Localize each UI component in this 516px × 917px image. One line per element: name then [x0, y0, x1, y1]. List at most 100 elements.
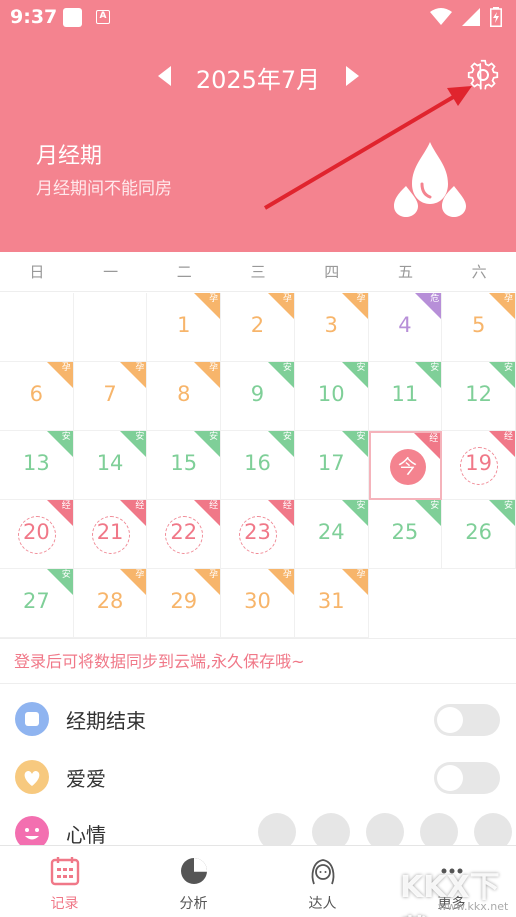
calendar-day[interactable]: 安 17: [294, 431, 369, 500]
login-sync-notice[interactable]: 登录后可将数据同步到云端,永久保存哦~: [0, 638, 516, 684]
calendar-day[interactable]: 孕2: [221, 293, 295, 362]
calendar-day[interactable]: 孕 29: [147, 569, 222, 638]
calendar-day[interactable]: 安 27: [0, 569, 74, 638]
day-status-tag: 经: [429, 434, 439, 444]
calendar-day[interactable]: 经 21: [73, 500, 148, 569]
month-navigator: 2025年7月: [0, 58, 516, 98]
more-icon: [441, 868, 462, 874]
calendar-day[interactable]: 安 10: [294, 362, 369, 431]
blood-drop-icon: [394, 142, 466, 217]
day-number: 28: [96, 589, 124, 613]
day-status-tag: 孕: [135, 363, 145, 373]
calendar-day[interactable]: 孕 28: [73, 569, 148, 638]
calendar-day[interactable]: 经 22: [147, 500, 222, 569]
calendar-day-today[interactable]: 经今: [368, 431, 443, 500]
calendar-day[interactable]: 安 26: [442, 500, 516, 569]
day-status-tag: 安: [430, 363, 440, 373]
day-number: 9: [250, 382, 265, 406]
calendar-day[interactable]: 安 24: [294, 500, 369, 569]
mood-label: 心情: [66, 823, 106, 847]
period-end-toggle[interactable]: [434, 704, 500, 736]
tab-experts[interactable]: 达人: [258, 846, 387, 917]
love-row: 爱爱: [0, 749, 516, 806]
calendar-day[interactable]: 安 15: [147, 431, 222, 500]
calendar-grid: 孕 1 孕 2 孕 3 危 4 孕 5 孕 6 孕 7 孕 8 安 9 安 10 安 11 安 12 安 13 安 14 安 15 安 16 安…: [0, 293, 516, 638]
day-number: 26: [465, 520, 492, 544]
day-status-tag: 安: [503, 501, 513, 511]
weekday-sat: 六: [471, 263, 487, 281]
calendar-day[interactable]: 安 11: [368, 362, 443, 431]
calendar-day[interactable]: 安 25: [368, 500, 443, 569]
day-number: 25: [391, 520, 419, 544]
day-status-tag: 安: [503, 363, 513, 373]
day-number: 10: [317, 382, 345, 406]
calendar-day[interactable]: 孕1: [147, 293, 222, 362]
next-month-button[interactable]: [346, 66, 359, 86]
day-number: 29: [170, 589, 198, 613]
calendar-day[interactable]: 孕7: [73, 362, 148, 431]
notification-a-icon: A: [96, 10, 110, 24]
day-number: 11: [391, 382, 419, 406]
tab-more[interactable]: 更多: [387, 846, 516, 917]
girl-avatar-icon: [311, 859, 334, 885]
day-number: 1: [177, 313, 191, 337]
day-status-tag: 安: [209, 432, 219, 442]
calendar-day[interactable]: 孕3: [294, 293, 369, 362]
bottom-tab-bar: 记录 分析 达人 更多: [0, 845, 516, 917]
tab-analysis[interactable]: 分析: [129, 846, 258, 917]
calendar-icon: [50, 857, 79, 886]
notification-square-icon: [63, 8, 82, 27]
calendar-day[interactable]: 安9: [221, 362, 295, 431]
day-number: 17: [317, 451, 345, 475]
battery-icon: [490, 7, 502, 27]
day-status-tag: 安: [356, 501, 366, 511]
calendar-day[interactable]: 安 13: [0, 431, 74, 500]
day-status-tag: 经: [282, 501, 292, 511]
day-number: 23: [244, 520, 271, 544]
calendar-day[interactable]: 孕6: [0, 362, 74, 431]
calendar-day[interactable]: 孕8: [147, 362, 222, 431]
heart-icon: [15, 760, 49, 794]
calendar-day[interactable]: 安 12: [442, 362, 516, 431]
day-number: 21: [96, 520, 124, 544]
day-status-tag: 安: [430, 501, 440, 511]
calendar-day[interactable]: 安 14: [73, 431, 148, 500]
weekday-thu: 四: [324, 263, 340, 281]
day-status-tag: 孕: [61, 363, 71, 373]
day-status-tag: 危: [430, 294, 440, 304]
day-number: 6: [29, 382, 44, 406]
calendar-day[interactable]: 安 16: [221, 431, 295, 500]
day-number: 3: [324, 313, 338, 337]
tab-record[interactable]: 记录: [0, 846, 129, 917]
phase-subtitle: 月经期间不能同房: [36, 179, 172, 199]
weekday-fri: 五: [397, 263, 413, 281]
weekday-header: 日 一 二 三 四 五 六: [0, 252, 516, 292]
calendar-day[interactable]: 危4: [368, 293, 443, 362]
day-status-tag: 安: [135, 432, 145, 442]
calendar-day[interactable]: 经 23: [221, 500, 295, 569]
calendar-day[interactable]: 孕 30: [221, 569, 295, 638]
love-label: 爱爱: [66, 767, 106, 791]
day-number: 2: [250, 313, 265, 337]
day-status-tag: 孕: [209, 294, 219, 304]
calendar-day[interactable]: 经 20: [0, 500, 74, 569]
day-number: 15: [170, 451, 198, 475]
day-number: 20: [22, 520, 50, 544]
calendar-day[interactable]: 孕 31: [294, 569, 369, 638]
day-number: 8: [177, 382, 191, 406]
day-status-tag: 安: [356, 363, 366, 373]
tab-analysis-label: 分析: [179, 896, 208, 912]
calendar-day[interactable]: 经 19: [442, 431, 516, 500]
header: 9:37 A 2025年7月 月经期 月经期间不能同房: [0, 0, 516, 252]
day-status-tag: 安: [61, 432, 71, 442]
day-number: 5: [471, 313, 486, 337]
day-number: 4: [398, 313, 412, 337]
calendar-day[interactable]: 孕5: [442, 293, 516, 362]
gear-icon[interactable]: [465, 57, 501, 93]
love-toggle[interactable]: [434, 762, 500, 794]
day-status-tag: 经: [135, 501, 145, 511]
previous-month-button[interactable]: [158, 66, 171, 86]
day-number: 13: [22, 451, 50, 475]
day-status-tag: 经: [503, 432, 513, 442]
today-marker: 今: [389, 449, 426, 485]
